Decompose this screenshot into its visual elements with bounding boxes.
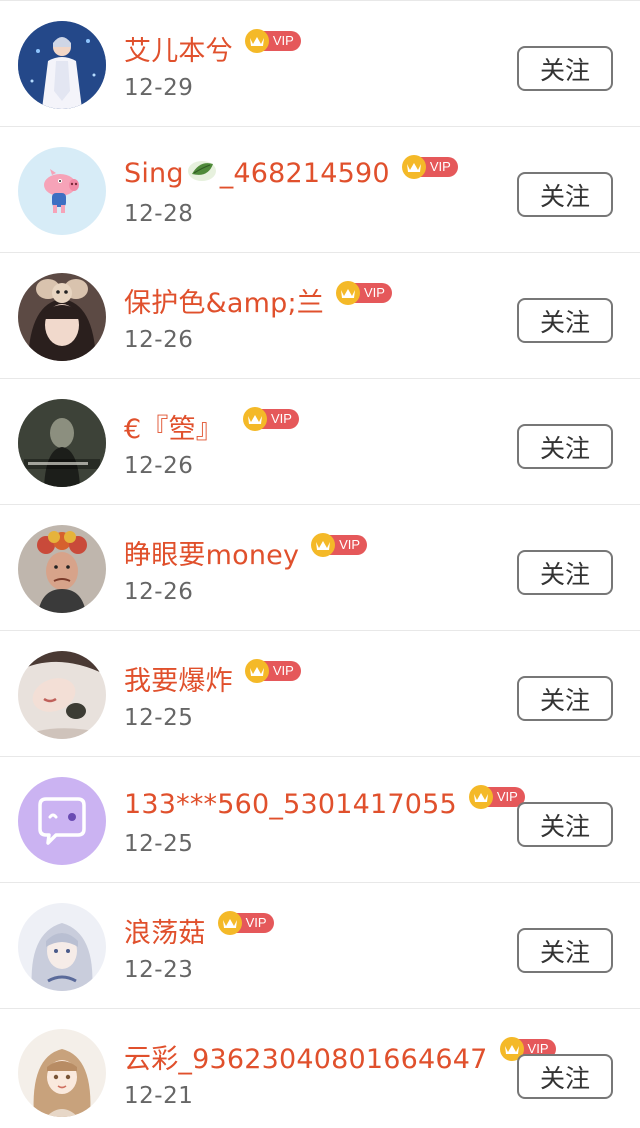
follow-button[interactable]: 关注	[517, 424, 613, 469]
crown-icon	[244, 29, 269, 53]
username[interactable]: Sing _468214590	[124, 158, 390, 191]
vip-badge: VIP	[311, 533, 368, 557]
crown-icon	[244, 659, 269, 683]
avatar[interactable]	[18, 1029, 106, 1117]
crown-icon	[242, 407, 267, 431]
leaf-icon	[186, 158, 218, 191]
follow-date: 12-26	[124, 327, 194, 353]
name-line: 浪荡菇 VIP	[124, 907, 274, 953]
avatar[interactable]	[18, 147, 106, 235]
follow-button[interactable]: 关注	[517, 802, 613, 847]
username[interactable]: 睁眼要money	[124, 533, 299, 572]
name-line: 保护色&amp;兰 VIP	[124, 277, 392, 323]
follow-button[interactable]: 关注	[517, 550, 613, 595]
follow-date: 12-28	[124, 201, 194, 227]
vip-badge: VIP	[217, 911, 274, 935]
list-item[interactable]: 133***560_5301417055 VIP 12-25 关注	[0, 757, 640, 883]
follow-button[interactable]: 关注	[517, 172, 613, 217]
follow-date: 12-29	[124, 75, 194, 101]
avatar[interactable]	[18, 777, 106, 865]
name-line: 我要爆炸 VIP	[124, 655, 301, 701]
crown-icon	[311, 533, 336, 557]
list-item[interactable]: 保护色&amp;兰 VIP 12-26 关注	[0, 253, 640, 379]
avatar[interactable]	[18, 525, 106, 613]
avatar[interactable]	[18, 21, 106, 109]
follow-button[interactable]: 关注	[517, 298, 613, 343]
vip-badge: VIP	[401, 155, 458, 179]
follow-button[interactable]: 关注	[517, 928, 613, 973]
crown-icon	[217, 911, 242, 935]
follow-date: 12-25	[124, 831, 194, 857]
username[interactable]: 保护色&amp;兰	[124, 281, 324, 320]
username[interactable]: 云彩_93623040801664647	[124, 1037, 488, 1076]
follower-list: 艾儿本兮 VIP 12-29 关注 Sing _468214590 VIP 12…	[0, 0, 640, 1128]
follow-button[interactable]: 关注	[517, 676, 613, 721]
username[interactable]: €『箜』	[124, 407, 223, 446]
username[interactable]: 浪荡菇	[124, 911, 206, 950]
follow-date: 12-25	[124, 705, 194, 731]
username[interactable]: 艾儿本兮	[124, 29, 233, 68]
follow-date: 12-26	[124, 453, 194, 479]
avatar[interactable]	[18, 651, 106, 739]
name-line: 艾儿本兮 VIP	[124, 25, 301, 71]
follow-date: 12-21	[124, 1083, 194, 1109]
list-item[interactable]: Sing _468214590 VIP 12-28 关注	[0, 127, 640, 253]
name-line: 睁眼要money VIP	[124, 529, 368, 575]
list-item[interactable]: €『箜』 VIP 12-26 关注	[0, 379, 640, 505]
name-line: 133***560_5301417055 VIP	[124, 781, 525, 827]
list-item[interactable]: 我要爆炸 VIP 12-25 关注	[0, 631, 640, 757]
follow-date: 12-26	[124, 579, 194, 605]
list-item[interactable]: 睁眼要money VIP 12-26 关注	[0, 505, 640, 631]
name-line: Sing _468214590 VIP	[124, 151, 458, 197]
crown-icon	[401, 155, 426, 179]
follow-button[interactable]: 关注	[517, 46, 613, 91]
avatar[interactable]	[18, 273, 106, 361]
username[interactable]: 我要爆炸	[124, 659, 233, 698]
list-item[interactable]: 云彩_93623040801664647 VIP 12-21 关注	[0, 1009, 640, 1128]
follow-button[interactable]: 关注	[517, 1054, 613, 1099]
vip-badge: VIP	[244, 29, 301, 53]
crown-icon	[335, 281, 360, 305]
list-item[interactable]: 艾儿本兮 VIP 12-29 关注	[0, 1, 640, 127]
vip-badge: VIP	[242, 407, 299, 431]
vip-badge: VIP	[335, 281, 392, 305]
username[interactable]: 133***560_5301417055	[124, 789, 457, 820]
name-line: 云彩_93623040801664647 VIP	[124, 1033, 556, 1079]
vip-badge: VIP	[468, 785, 525, 809]
crown-icon	[468, 785, 493, 809]
avatar[interactable]	[18, 903, 106, 991]
avatar[interactable]	[18, 399, 106, 487]
follow-date: 12-23	[124, 957, 194, 983]
list-item[interactable]: 浪荡菇 VIP 12-23 关注	[0, 883, 640, 1009]
name-line: €『箜』 VIP	[124, 403, 299, 449]
vip-badge: VIP	[244, 659, 301, 683]
